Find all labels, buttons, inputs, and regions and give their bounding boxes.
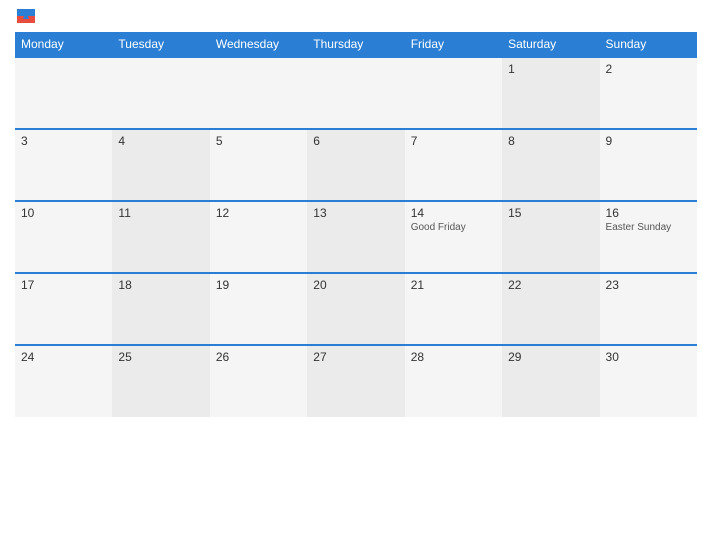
day-number: 24 <box>21 350 106 364</box>
weekday-header-saturday: Saturday <box>502 32 599 57</box>
calendar-cell <box>405 57 502 129</box>
weekday-header-wednesday: Wednesday <box>210 32 307 57</box>
day-number: 16 <box>606 206 691 220</box>
day-number: 6 <box>313 134 398 148</box>
day-number: 21 <box>411 278 496 292</box>
day-number: 7 <box>411 134 496 148</box>
calendar-cell: 24 <box>15 345 112 417</box>
calendar-cell: 23 <box>600 273 697 345</box>
calendar-cell: 2 <box>600 57 697 129</box>
weekday-header-thursday: Thursday <box>307 32 404 57</box>
day-number: 9 <box>606 134 691 148</box>
calendar-cell: 29 <box>502 345 599 417</box>
day-number: 2 <box>606 62 691 76</box>
logo <box>15 10 35 24</box>
calendar-cell: 21 <box>405 273 502 345</box>
header <box>15 10 697 24</box>
day-number: 27 <box>313 350 398 364</box>
calendar-cell: 18 <box>112 273 209 345</box>
calendar-cell: 28 <box>405 345 502 417</box>
calendar-cell: 15 <box>502 201 599 273</box>
day-number: 1 <box>508 62 593 76</box>
calendar-cell: 8 <box>502 129 599 201</box>
day-number: 25 <box>118 350 203 364</box>
calendar-week-row: 3456789 <box>15 129 697 201</box>
calendar-cell: 13 <box>307 201 404 273</box>
weekday-header-friday: Friday <box>405 32 502 57</box>
day-number: 23 <box>606 278 691 292</box>
calendar-cell: 27 <box>307 345 404 417</box>
calendar-cell: 14 Good Friday <box>405 201 502 273</box>
day-number: 17 <box>21 278 106 292</box>
calendar-cell: 4 <box>112 129 209 201</box>
day-number: 22 <box>508 278 593 292</box>
holiday-label: Good Friday <box>411 222 496 233</box>
calendar-week-row: 24 25 26 27 28 29 30 <box>15 345 697 417</box>
day-number: 29 <box>508 350 593 364</box>
calendar-cell: 20 <box>307 273 404 345</box>
calendar-cell: 26 <box>210 345 307 417</box>
calendar-cell: 1 <box>502 57 599 129</box>
day-number: 4 <box>118 134 203 148</box>
day-number: 8 <box>508 134 593 148</box>
day-number: 18 <box>118 278 203 292</box>
day-number: 3 <box>21 134 106 148</box>
day-number: 10 <box>21 206 106 220</box>
calendar-cell: 22 <box>502 273 599 345</box>
calendar-cell: 11 <box>112 201 209 273</box>
weekday-header-monday: Monday <box>15 32 112 57</box>
calendar-page: MondayTuesdayWednesdayThursdayFridaySatu… <box>0 0 712 550</box>
weekday-header-row: MondayTuesdayWednesdayThursdayFridaySatu… <box>15 32 697 57</box>
calendar-cell: 12 <box>210 201 307 273</box>
calendar-cell: 25 <box>112 345 209 417</box>
day-number: 12 <box>216 206 301 220</box>
holiday-label: Easter Sunday <box>606 222 691 233</box>
calendar-cell <box>112 57 209 129</box>
weekday-header-tuesday: Tuesday <box>112 32 209 57</box>
day-number: 20 <box>313 278 398 292</box>
day-number: 11 <box>118 206 203 220</box>
day-number: 15 <box>508 206 593 220</box>
calendar-week-row: 17 18 19 20 21 22 23 <box>15 273 697 345</box>
logo-flag-icon <box>17 9 35 23</box>
day-number: 26 <box>216 350 301 364</box>
day-number: 14 <box>411 206 496 220</box>
calendar-cell <box>307 57 404 129</box>
calendar-cell: 6 <box>307 129 404 201</box>
calendar-table: MondayTuesdayWednesdayThursdayFridaySatu… <box>15 32 697 417</box>
calendar-cell: 16 Easter Sunday <box>600 201 697 273</box>
calendar-week-row: 10 11 12 13 14 Good Friday 15 16 Easter Sunday <box>15 201 697 273</box>
weekday-header-sunday: Sunday <box>600 32 697 57</box>
calendar-cell: 17 <box>15 273 112 345</box>
calendar-cell: 30 <box>600 345 697 417</box>
day-number: 19 <box>216 278 301 292</box>
calendar-header: MondayTuesdayWednesdayThursdayFridaySatu… <box>15 32 697 57</box>
calendar-week-row: 12 <box>15 57 697 129</box>
calendar-cell: 10 <box>15 201 112 273</box>
calendar-cell: 5 <box>210 129 307 201</box>
calendar-cell <box>15 57 112 129</box>
day-number: 13 <box>313 206 398 220</box>
day-number: 30 <box>606 350 691 364</box>
calendar-cell <box>210 57 307 129</box>
day-number: 28 <box>411 350 496 364</box>
day-number: 5 <box>216 134 301 148</box>
calendar-cell: 3 <box>15 129 112 201</box>
calendar-cell: 9 <box>600 129 697 201</box>
calendar-cell: 19 <box>210 273 307 345</box>
calendar-body: 1234567891011121314Good Friday1516Easter… <box>15 57 697 417</box>
calendar-cell: 7 <box>405 129 502 201</box>
